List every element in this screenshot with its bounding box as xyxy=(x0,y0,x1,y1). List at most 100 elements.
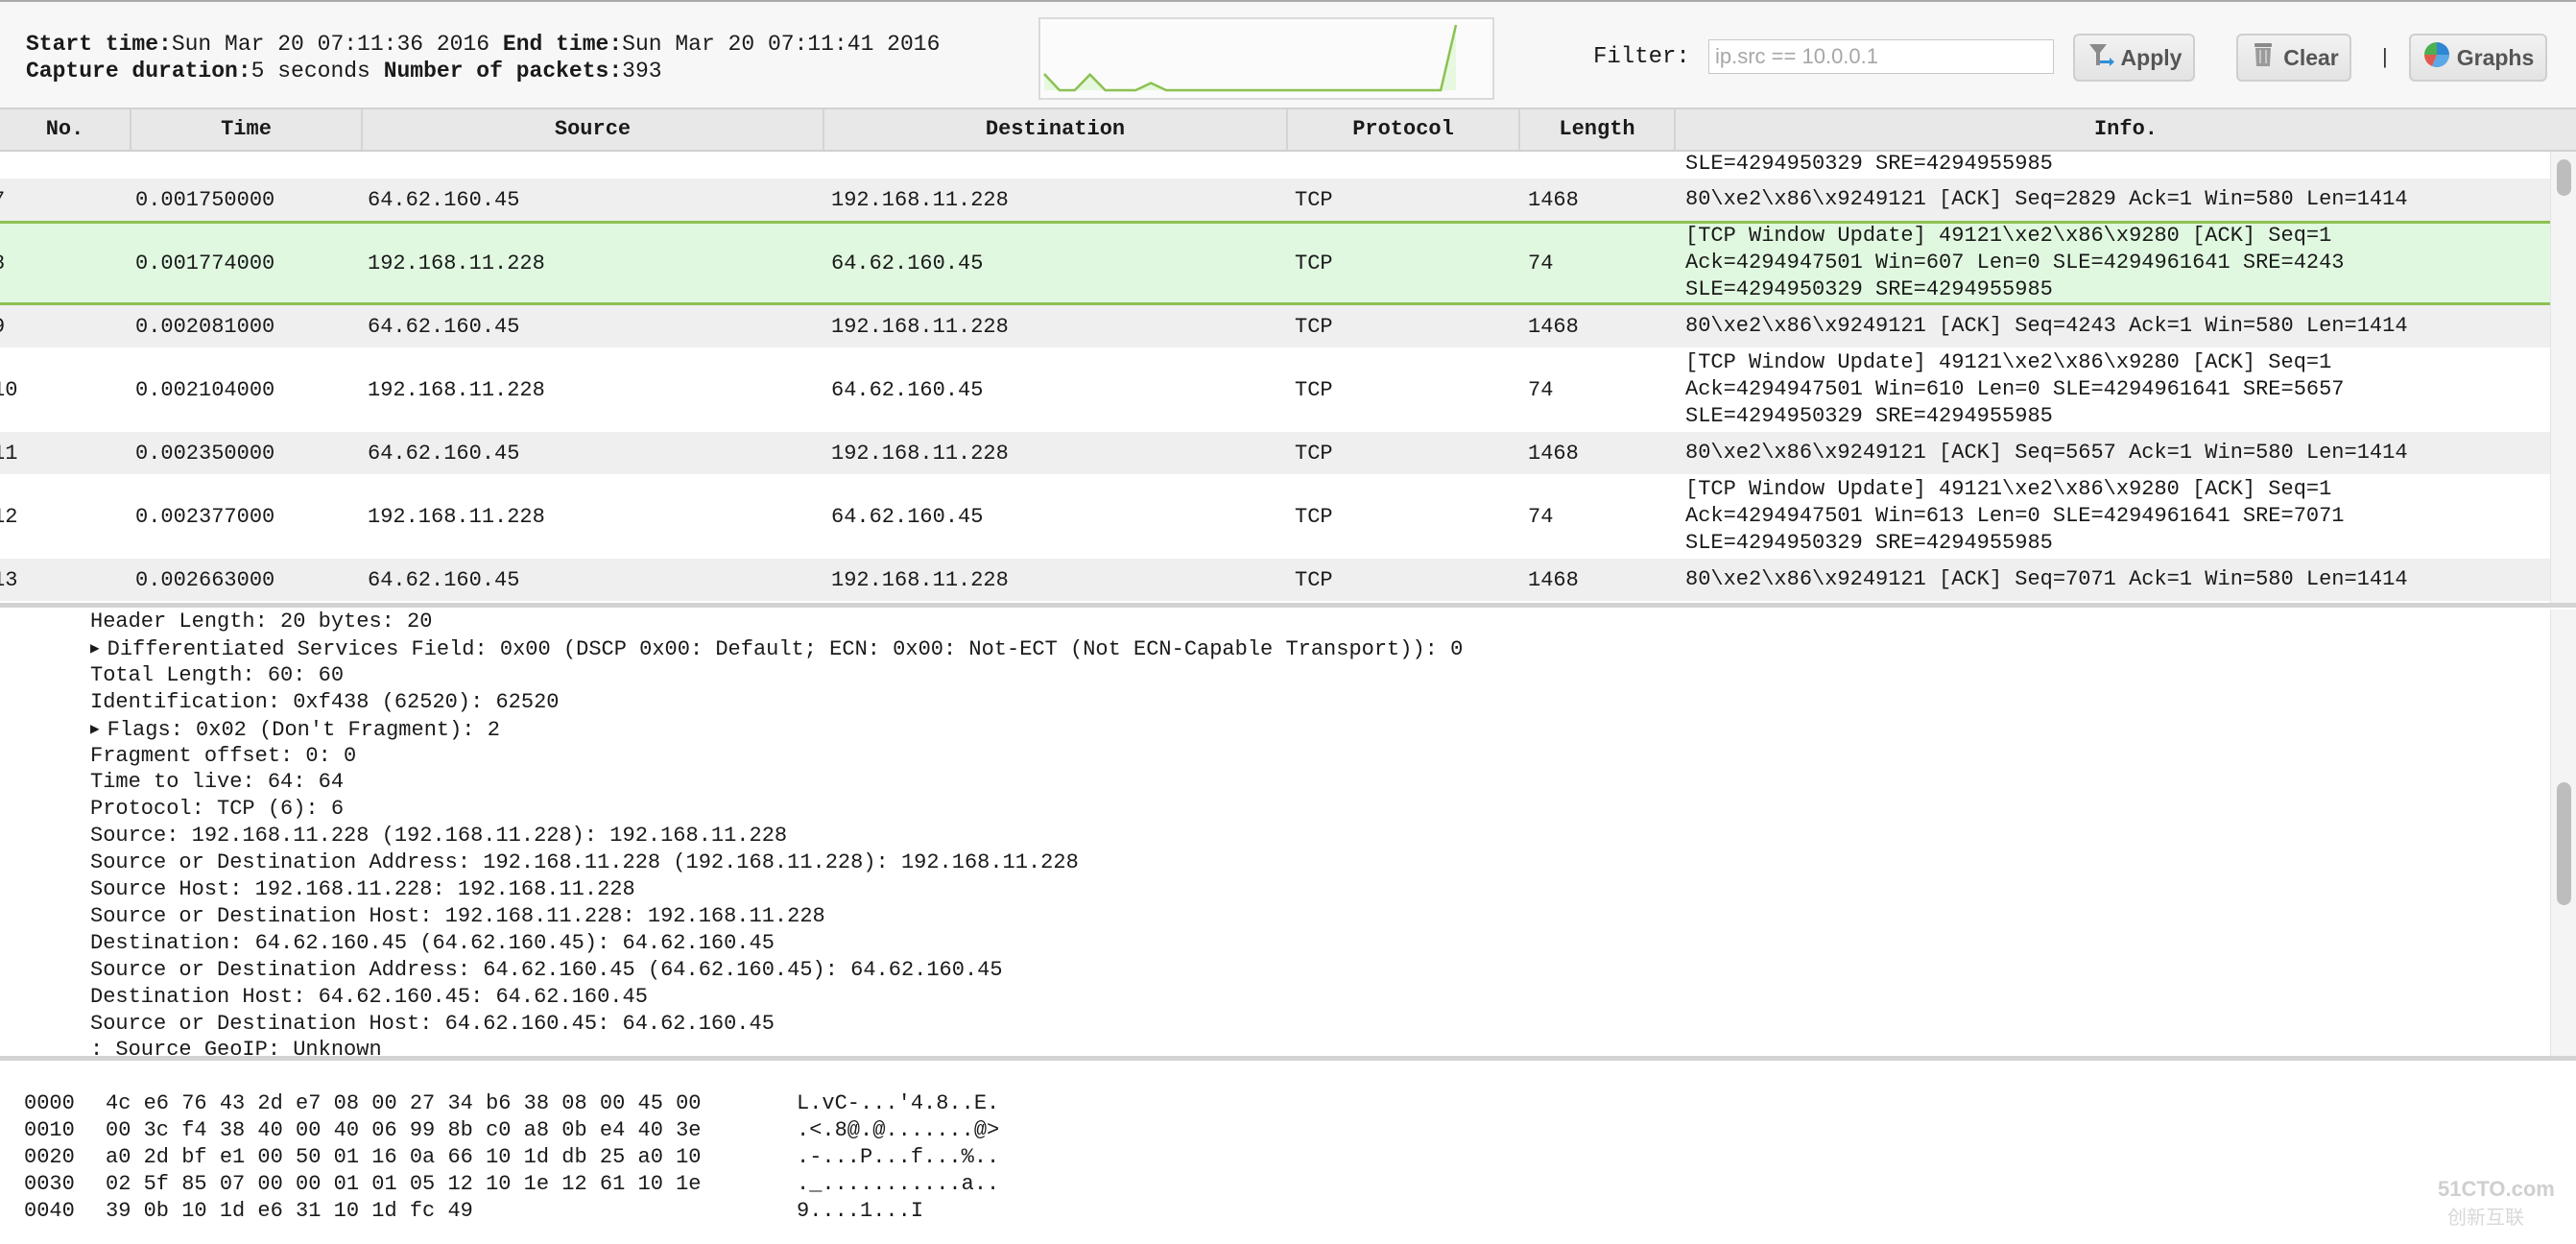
detail-field-text: : Source GeoIP: Unknown xyxy=(90,1038,382,1056)
detail-tree-field[interactable]: Header Length: 20 bytes: 20 xyxy=(90,610,432,635)
end-time-label: End time: xyxy=(502,32,623,57)
clear-label: Clear xyxy=(2283,44,2339,70)
cell-length: 1468 xyxy=(1528,314,1579,339)
detail-tree-node-expandable[interactable]: ▶ Differentiated Services Field: 0x00 (DS… xyxy=(90,635,1463,662)
detail-field-text: Total Length: 60: 60 xyxy=(90,662,345,687)
hex-ascii[interactable]: .<.8@.@.......@> xyxy=(797,1116,999,1145)
hex-bytes[interactable]: 4c e6 76 43 2d e7 08 00 27 34 b6 38 08 0… xyxy=(106,1089,702,1118)
packet-row-selected[interactable]: 8 0.001774000 192.168.11.228 64.62.160.45 TC… xyxy=(0,221,2550,305)
hex-bytes[interactable]: 02 5f 85 07 00 00 01 01 05 12 10 1e 12 6… xyxy=(106,1170,702,1199)
column-header-length[interactable]: Length xyxy=(1520,109,1676,150)
hex-ascii[interactable]: 9....1...I xyxy=(797,1197,923,1226)
detail-tree-field[interactable]: Source or Destination Address: 64.62.160… xyxy=(90,957,1003,984)
list-details-splitter[interactable] xyxy=(0,603,2576,608)
detail-field-text: Time to live: 64: 64 xyxy=(90,770,345,795)
packet-details-tree: Header Length: 20 bytes: 20 ▶ Differentiat… xyxy=(0,610,2576,1056)
cell-no: 11 xyxy=(0,441,18,466)
graphs-button[interactable]: Graphs xyxy=(2409,34,2547,82)
cell-info: 80\xe2\x86\x9249121 [ACK] Seq=4243 Ack=1… xyxy=(1685,314,2408,338)
packet-row[interactable]: 12 0.002377000 192.168.11.228 64.62.160.45 T… xyxy=(0,474,2550,559)
detail-tree-field[interactable]: Source: 192.168.11.228 (192.168.11.228):… xyxy=(90,823,787,849)
apply-filter-button[interactable]: Apply xyxy=(2073,34,2195,82)
filter-input[interactable] xyxy=(1708,39,2054,74)
cell-destination: 64.62.160.45 xyxy=(831,251,984,275)
triangle-right-icon[interactable]: ▶ xyxy=(90,635,100,662)
cell-no: 13 xyxy=(0,567,18,592)
capture-time-line: Start time:Sun Mar 20 07:11:36 2016 End … xyxy=(26,31,940,58)
column-header-source[interactable]: Source xyxy=(363,109,824,150)
detail-tree-field[interactable]: Time to live: 64: 64 xyxy=(90,769,344,796)
packet-row[interactable]: SLE=4294950329 SRE=4294955985 xyxy=(0,152,2550,179)
apply-label: Apply xyxy=(2120,44,2182,70)
column-header-protocol[interactable]: Protocol xyxy=(1288,109,1520,150)
hex-offset: 0010 xyxy=(24,1118,75,1142)
packet-list-scrollbar[interactable] xyxy=(2550,152,2576,605)
packet-row[interactable]: 9 0.002081000 64.62.160.45 192.168.11.228 TC… xyxy=(0,305,2550,347)
hex-offset: 0030 xyxy=(24,1172,75,1196)
detail-tree-node-expandable[interactable]: ▶ Flags: 0x02 (Don't Fragment): 2 xyxy=(90,716,500,743)
detail-tree-field[interactable]: Identification: 0xf438 (62520): 62520 xyxy=(90,689,559,716)
cell-source: 192.168.11.228 xyxy=(368,251,545,275)
packet-row[interactable]: 7 0.001750000 64.62.160.45 192.168.11.228 TC… xyxy=(0,179,2550,221)
clear-filter-button[interactable]: Clear xyxy=(2236,34,2351,82)
cell-protocol: TCP xyxy=(1295,314,1333,339)
cell-source: 64.62.160.45 xyxy=(368,314,520,339)
detail-field-text: Source Host: 192.168.11.228: 192.168.11.… xyxy=(90,877,635,901)
cell-no: 10 xyxy=(0,377,18,402)
triangle-right-icon[interactable]: ▶ xyxy=(90,716,100,743)
detail-field-text: Source or Destination Address: 64.62.160… xyxy=(90,957,1003,982)
detail-field-text: Source or Destination Host: 192.168.11.2… xyxy=(90,903,825,928)
detail-tree-field[interactable]: Total Length: 60: 60 xyxy=(90,662,344,689)
capture-stats-line: Capture duration:5 seconds Number of pac… xyxy=(26,58,940,84)
cell-destination: 192.168.11.228 xyxy=(831,187,1009,212)
detail-field-text: Flags: 0x02 (Don't Fragment): 2 xyxy=(107,717,500,742)
detail-tree-field[interactable]: : Source GeoIP: Unknown xyxy=(90,1037,382,1056)
detail-tree-field[interactable]: Source or Destination Host: 64.62.160.45… xyxy=(90,1011,775,1038)
detail-tree-field[interactable]: Destination Host: 64.62.160.45: 64.62.16… xyxy=(90,984,648,1011)
cell-protocol: TCP xyxy=(1295,567,1333,592)
hex-ascii[interactable]: L.vC-...'4.8..E. xyxy=(797,1089,999,1118)
hex-bytes[interactable]: 39 0b 10 1d e6 31 10 1d fc 49 xyxy=(106,1197,473,1226)
detail-tree-field[interactable]: Fragment offset: 0: 0 xyxy=(90,743,356,770)
hex-bytes[interactable]: a0 2d bf e1 00 50 01 16 0a 66 10 1d db 2… xyxy=(106,1143,702,1172)
hex-bytes[interactable]: 00 3c f4 38 40 00 40 06 99 8b c0 a8 0b e… xyxy=(106,1116,702,1145)
hex-ascii[interactable]: ._...........a.. xyxy=(797,1170,999,1199)
hex-ascii[interactable]: .-...P...f...%.. xyxy=(797,1143,999,1172)
hex-offset: 0040 xyxy=(24,1199,75,1223)
column-header-destination[interactable]: Destination xyxy=(824,109,1288,150)
cell-length: 1468 xyxy=(1528,567,1579,592)
start-time-value: Sun Mar 20 07:11:36 2016 xyxy=(171,32,490,57)
details-scrollbar[interactable] xyxy=(2550,610,2576,1056)
packet-row[interactable]: 11 0.002350000 64.62.160.45 192.168.11.228 T… xyxy=(0,432,2550,474)
cell-destination: 192.168.11.228 xyxy=(831,567,1009,592)
cell-time: 0.001774000 xyxy=(135,251,275,275)
cell-length: 74 xyxy=(1528,377,1554,402)
cell-protocol: TCP xyxy=(1295,441,1333,466)
packet-list: No. Time Source Destination Protocol Len… xyxy=(0,108,2576,605)
detail-field-text: Destination Host: 64.62.160.45: 64.62.16… xyxy=(90,984,648,1009)
end-time-value: Sun Mar 20 07:11:41 2016 xyxy=(622,32,941,57)
cell-destination: 64.62.160.45 xyxy=(831,504,984,529)
detail-tree-field[interactable]: Source Host: 192.168.11.228: 192.168.11.… xyxy=(90,876,635,903)
cell-time: 0.002663000 xyxy=(135,567,275,592)
packet-list-scroll-thumb[interactable] xyxy=(2557,159,2571,196)
packet-row[interactable]: 13 0.002663000 64.62.160.45 192.168.11.228 T… xyxy=(0,559,2550,601)
column-header-time[interactable]: Time xyxy=(131,109,363,150)
packet-row[interactable]: 10 0.002104000 192.168.11.228 64.62.160.45 T… xyxy=(0,347,2550,432)
cell-time: 0.002350000 xyxy=(135,441,275,466)
detail-tree-field[interactable]: Source or Destination Address: 192.168.1… xyxy=(90,849,1079,876)
cell-destination: 64.62.160.45 xyxy=(831,377,984,402)
detail-tree-field[interactable]: Destination: 64.62.160.45 (64.62.160.45)… xyxy=(90,930,775,957)
cell-time: 0.002377000 xyxy=(135,504,275,529)
detail-tree-field[interactable]: Source or Destination Host: 192.168.11.2… xyxy=(90,903,825,930)
cell-source: 192.168.11.228 xyxy=(368,504,545,529)
column-header-no[interactable]: No. xyxy=(0,109,131,150)
duration-label: Capture duration: xyxy=(26,59,251,84)
cell-length: 74 xyxy=(1528,504,1554,529)
column-header-info[interactable]: Info. xyxy=(1676,109,2576,150)
hex-offset: 0000 xyxy=(24,1091,75,1115)
start-time-label: Start time: xyxy=(26,32,172,57)
packet-list-body: SLE=4294950329 SRE=4294955985 7 0.00175000… xyxy=(0,152,2550,605)
details-scroll-thumb[interactable] xyxy=(2557,782,2571,905)
detail-tree-field[interactable]: Protocol: TCP (6): 6 xyxy=(90,796,344,823)
